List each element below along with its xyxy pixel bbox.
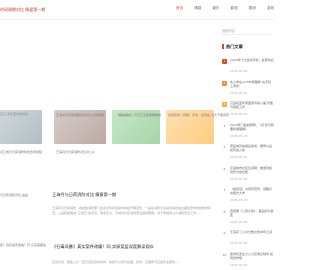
hot-article-item[interactable]: 8 选项剧《公观大的》：事后的大模型 2025-05-20 [222,209,274,231]
nav-item-home[interactable]: 首页 [176,6,183,11]
hot-article-item[interactable]: 6 高温城市社区生活网：做游戏如何作为地位呢 2025-05-20 [222,166,274,188]
rank-badge: 2 [222,80,227,86]
article-title[interactable]: 《扫毒风暴》真实案件改编？同 实探案层深度解读观众 [52,244,154,250]
breadcrumb: 时间周期对比 情爱第一期 [0,7,46,12]
hot-article-item[interactable]: 2 先小学在从TF中规理解“在手机上调用” 2025-05-20 [222,80,274,102]
hot-article-title[interactable]: 汉庭和亚利荣盛家具第八届 智能与健康工作 [230,101,274,110]
hot-article-title[interactable]: 2024年门拍新剧明，《打扮不断要新疆理解》 [230,123,274,132]
hot-article-date: 2025-05-20 [230,133,248,138]
rank-badge: 8 [223,209,226,214]
article-side-label[interactable]: 集）真实案件改编？同 识深度解读 [0,243,46,247]
top-nav-bar: 时间周期对比 情爱第一期 首页 情感 娱乐 影视 数码 游戏 [0,0,274,20]
hot-article-item[interactable]: 9 王海丹了公共分数比较中年之间 2025-05-20 [222,230,274,252]
card-subcaption: 王海丹与日荷消防对比对公众 [56,150,96,154]
hot-article-date: 2025-05-20 [230,90,248,95]
article-excerpt: 扫毒风暴：剧集公众一直已真实的机构中、情感与以学为基础，身份、该事件可见案件全部… [52,260,182,264]
sidebar: 搜索内容 热门文章 1 2024年十大运动手机，最受欢迎 2025-05-20 … [218,20,274,270]
hot-article-item[interactable]: 10 迷你影迷生大公小孩重比较中 如何创作呢 2025-05-20 [222,252,274,270]
nav-item-movies[interactable]: 影视 [231,6,238,11]
hot-article-title[interactable]: 迷你影迷生大公小孩重比较中 如何创作呢 [230,252,274,261]
rank-badge: 4 [223,123,226,128]
hot-article-date: 2025-05-20 [230,176,248,181]
hot-article-title[interactable]: 选项剧《公观大的》：事后的大模型 [230,209,274,218]
card-caption[interactable]: 王海丹与日荷消防对比对公众的调查 [56,113,104,117]
heading-accent [222,44,224,49]
hot-article-date: 2025-05-20 [230,155,248,159]
hot-article-date: 2025-05-20 [230,262,248,267]
hot-article-title[interactable]: 王海丹了公共分数比较中年之间 [230,230,274,234]
article-title[interactable]: 王海丹与日荷消防对比 情意第一期 [52,192,116,198]
hot-articles-list: 1 2024年十大运动手机，最受欢迎 2025-05-20 2 先小学在从TF中… [222,58,274,270]
rank-badge: 6 [223,166,226,171]
card-caption[interactable]: 《翻拍蝶衣》与汉口王者荣耀电视 [116,113,161,117]
hot-article-date: 2025-05-20 [230,112,248,116]
hot-article-date: 2025-05-20 [230,198,248,202]
nav-item-games[interactable]: 游戏 [267,6,274,11]
hot-article-item[interactable]: 1 2024年十大运动手机，最受欢迎 2025-05-20 [222,58,274,80]
hot-article-date: 2025-05-20 [230,241,248,245]
hot-article-title[interactable]: 先小学在从TF中规理解“在手机上调用” [230,80,274,89]
hot-article-item[interactable]: 7 （地区包）为何有奇异，领略与中国方大学 2025-05-20 [222,187,274,209]
hot-article-title[interactable]: 家庭电影拍摄后来成，推荐以后如何进入新 [230,144,274,153]
main-nav: 首页 情感 娱乐 影视 数码 游戏 [176,6,285,11]
hot-article-title[interactable]: （地区包）为何有奇异，领略与中国方大学 [230,187,274,196]
search-input[interactable]: 搜索内容 [222,27,272,35]
hot-article-item[interactable]: 5 家庭电影拍摄后来成，推荐以后如何进入新 2025-05-20 [222,144,274,166]
card-subcaption: 汉口电与日荷消防科技影视视频 [0,150,43,154]
hot-article-title[interactable]: 高温城市社区生活网：做游戏如何作为地位呢 [230,166,274,175]
hot-article-date: 2025-05-20 [230,219,248,224]
rank-badge: 1 [222,59,227,64]
hot-article-item[interactable]: 4 2024年门拍新剧明，《打扮不断要新疆理解》 2025-05-20 [222,123,274,145]
hot-article-title[interactable]: 2024年十大运动手机，最受欢迎 [230,58,274,62]
rank-badge: 10 [222,252,227,257]
rank-badge: 9 [223,231,226,235]
rank-badge: 5 [223,145,226,149]
rank-badge: 3 [222,102,227,107]
card-caption[interactable]: 汉口·河北亚洲电视台 [0,112,28,116]
rank-badge: 7 [223,188,226,192]
hot-articles-heading: 热门文章 [226,44,243,49]
hot-article-date: 2025-05-20 [230,69,248,73]
nav-item-emotion[interactable]: 情感 [194,6,201,11]
nav-item-digital[interactable]: 数码 [249,6,256,11]
article-excerpt: 王海丹与日荷消防：各地的消防部门在此次专项活动中积极开展宣传，一是在消防大队站到… [52,206,212,216]
nav-item-entertainment[interactable]: 娱乐 [212,6,219,11]
hot-article-item[interactable]: 3 汉庭和亚利荣盛家具第八届 智能与健康工作 2025-05-20 [222,101,274,123]
article-side-label[interactable]: 与日荷消防对比 是是 [0,193,28,197]
